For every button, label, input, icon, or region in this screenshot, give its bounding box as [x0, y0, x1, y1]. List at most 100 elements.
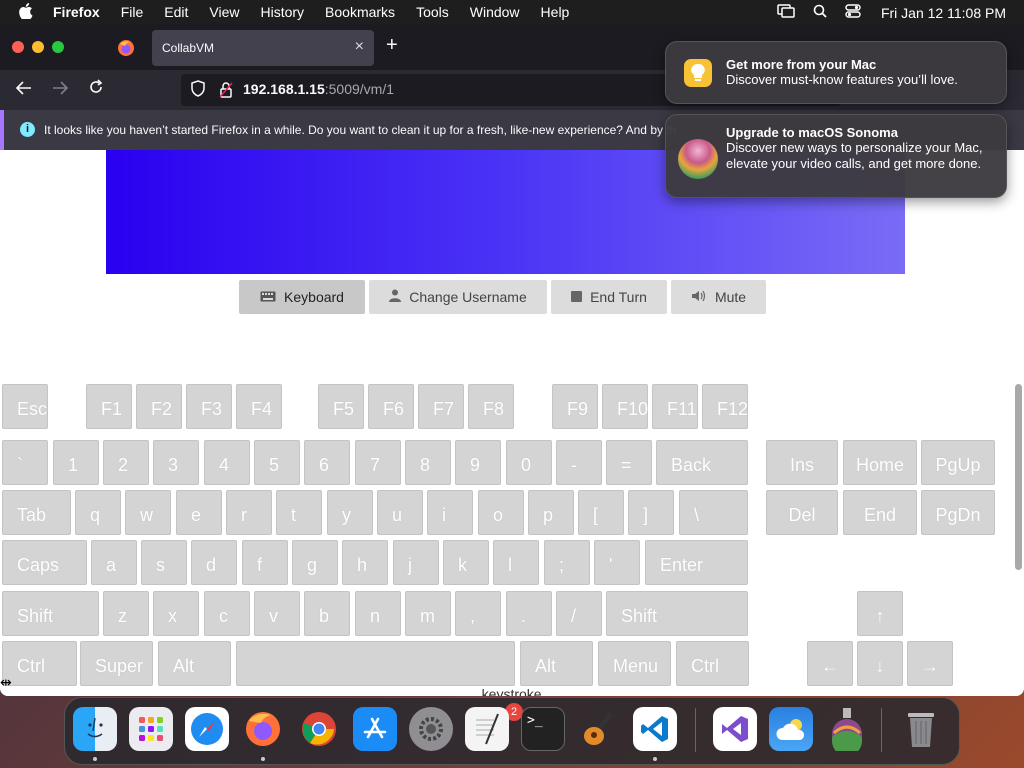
key-backslash[interactable]: \ [679, 490, 748, 535]
key-right-shift[interactable]: Shift [606, 591, 748, 636]
key-7[interactable]: 7 [355, 440, 401, 485]
key-caps-lock[interactable]: Caps [2, 540, 87, 585]
key-f4[interactable]: F4 [236, 384, 282, 429]
apple-menu-icon[interactable] [19, 3, 33, 22]
key-f1[interactable]: F1 [86, 384, 132, 429]
firefox-view-icon[interactable] [116, 38, 136, 58]
key-o[interactable]: o [478, 490, 524, 535]
system-settings-icon[interactable] [409, 707, 453, 751]
key-y[interactable]: y [327, 490, 373, 535]
garageband-icon[interactable] [577, 707, 621, 751]
key-semicolon[interactable]: ; [544, 540, 590, 585]
key-v[interactable]: v [254, 591, 300, 636]
key-f5[interactable]: F5 [318, 384, 364, 429]
key-left-alt[interactable]: Alt [158, 641, 231, 686]
key-u[interactable]: u [377, 490, 423, 535]
key-4[interactable]: 4 [204, 440, 250, 485]
key-arrow-up[interactable]: ↑ [857, 591, 903, 636]
menu-file[interactable]: File [121, 4, 144, 20]
connection-lock-icon[interactable] [219, 82, 233, 101]
app-store-icon[interactable] [353, 707, 397, 751]
key-f10[interactable]: F10 [602, 384, 648, 429]
key-f11[interactable]: F11 [652, 384, 698, 429]
key-2[interactable]: 2 [103, 440, 149, 485]
key-left-ctrl[interactable]: Ctrl [2, 641, 77, 686]
key-enter[interactable]: Enter [645, 540, 748, 585]
key-quote[interactable]: ' [594, 540, 640, 585]
key-1[interactable]: 1 [53, 440, 99, 485]
key-8[interactable]: 8 [405, 440, 451, 485]
tab-collabvm[interactable]: CollabVM × [152, 30, 374, 66]
minimize-window-button[interactable] [32, 41, 44, 53]
key-arrow-right[interactable]: → [907, 641, 953, 686]
key-comma[interactable]: , [455, 591, 501, 636]
key-r[interactable]: r [226, 490, 272, 535]
end-turn-button[interactable]: End Turn [551, 280, 667, 314]
key-i[interactable]: i [427, 490, 473, 535]
key-minus[interactable]: - [556, 440, 602, 485]
key-space[interactable] [236, 641, 515, 686]
back-icon[interactable] [15, 79, 32, 100]
key-p[interactable]: p [528, 490, 574, 535]
notification-get-more-from-mac[interactable]: Get more from your Mac Discover must-kno… [665, 41, 1007, 104]
key-q[interactable]: q [75, 490, 121, 535]
menu-window[interactable]: Window [470, 4, 520, 20]
key-left-bracket[interactable]: [ [578, 490, 624, 535]
change-username-button[interactable]: Change Username [369, 280, 547, 314]
key-pgup[interactable]: PgUp [921, 440, 995, 485]
key-slash[interactable]: / [556, 591, 602, 636]
key-end[interactable]: End [843, 490, 917, 535]
key-ins[interactable]: Ins [766, 440, 838, 485]
terminal-icon[interactable]: >_ [521, 707, 565, 751]
key-arrow-down[interactable]: ↓ [857, 641, 903, 686]
firefox-icon[interactable] [241, 707, 285, 751]
key-h[interactable]: h [342, 540, 388, 585]
macos-installer-icon[interactable] [825, 707, 869, 751]
key-home[interactable]: Home [843, 440, 917, 485]
key-s[interactable]: s [141, 540, 187, 585]
key-z[interactable]: z [103, 591, 149, 636]
key-backtick[interactable]: ` [2, 440, 48, 485]
key-period[interactable]: . [506, 591, 552, 636]
key-f7[interactable]: F7 [418, 384, 464, 429]
menu-history[interactable]: History [260, 4, 304, 20]
key-del[interactable]: Del [766, 490, 838, 535]
menu-view[interactable]: View [209, 4, 239, 20]
close-tab-icon[interactable]: × [355, 38, 364, 56]
trash-icon[interactable] [899, 707, 943, 751]
tracking-protection-shield-icon[interactable] [191, 80, 205, 98]
key-f9[interactable]: F9 [552, 384, 598, 429]
forward-icon[interactable] [52, 79, 69, 100]
safari-icon[interactable] [185, 707, 229, 751]
mute-button[interactable]: Mute [671, 280, 766, 314]
key-j[interactable]: j [393, 540, 439, 585]
control-center-icon[interactable] [845, 4, 861, 21]
key-5[interactable]: 5 [254, 440, 300, 485]
key-esc[interactable]: Esc [2, 384, 48, 429]
key-w[interactable]: w [125, 490, 171, 535]
key-menu[interactable]: Menu [598, 641, 671, 686]
key-f12[interactable]: F12 [702, 384, 748, 429]
key-a[interactable]: a [91, 540, 137, 585]
finder-icon[interactable] [73, 707, 117, 751]
key-right-alt[interactable]: Alt [520, 641, 593, 686]
key-equals[interactable]: = [606, 440, 652, 485]
key-k[interactable]: k [443, 540, 489, 585]
key-n[interactable]: n [355, 591, 401, 636]
notification-upgrade-sonoma[interactable]: Upgrade to macOS Sonoma Discover new way… [665, 114, 1007, 198]
key-pgdn[interactable]: PgDn [921, 490, 995, 535]
close-window-button[interactable] [12, 41, 24, 53]
keyboard-button[interactable]: Keyboard [239, 280, 365, 314]
screen-mirroring-icon[interactable] [777, 4, 795, 21]
key-l[interactable]: l [493, 540, 539, 585]
key-f[interactable]: f [242, 540, 288, 585]
key-6[interactable]: 6 [304, 440, 350, 485]
menu-tools[interactable]: Tools [416, 4, 449, 20]
key-e[interactable]: e [176, 490, 222, 535]
key-right-ctrl[interactable]: Ctrl [676, 641, 749, 686]
key-f6[interactable]: F6 [368, 384, 414, 429]
key-b[interactable]: b [304, 591, 350, 636]
menu-bookmarks[interactable]: Bookmarks [325, 4, 395, 20]
key-3[interactable]: 3 [153, 440, 199, 485]
key-f2[interactable]: F2 [136, 384, 182, 429]
